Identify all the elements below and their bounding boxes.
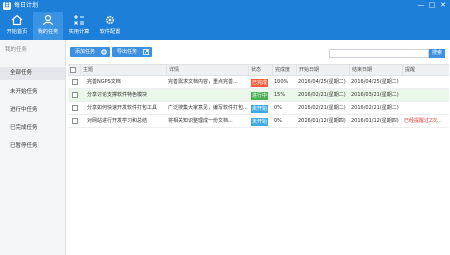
row-details xyxy=(168,89,248,102)
table-row[interactable]: 完善NGPS文档 完善需求文档内容，重点完善... 已完成 100% 2016/… xyxy=(68,76,449,89)
row-end-date: 2016/04/25(星期二) xyxy=(351,79,399,85)
header-progress: 完成度 xyxy=(272,65,296,76)
close-button[interactable]: ✕ xyxy=(438,1,448,10)
row-subject: 完善NGPS文档 xyxy=(87,79,121,85)
header-checkbox-cell xyxy=(68,65,78,76)
toolbar-home-label: 开始首页 xyxy=(6,29,28,35)
header-details: 详情 xyxy=(166,65,248,76)
search-button[interactable]: 搜索 xyxy=(429,49,445,58)
row-details: 广泛搜集大家意见，编写软件打包... xyxy=(168,105,248,111)
app-title: 每日计划 xyxy=(14,2,39,9)
app-window: 日 每日计划 — □ ✕ 开始首页 我的任务 实用计算 软件配置 我的任务 全部… xyxy=(0,0,450,255)
export-icon xyxy=(143,49,149,55)
sidebar-item-paused[interactable]: 已暂停任务 xyxy=(0,140,65,153)
toolbar-settings-label: 软件配置 xyxy=(99,29,121,35)
toolbar-tasks-label: 我的任务 xyxy=(37,29,59,35)
home-icon xyxy=(11,14,23,26)
header-status: 状态 xyxy=(248,65,272,76)
row-checkbox[interactable] xyxy=(72,118,78,124)
header-reminder: 提醒 xyxy=(402,65,449,76)
tasks-icon xyxy=(42,14,54,26)
row-end-date: 2016/03/21(星期二) xyxy=(351,92,399,98)
row-progress: 0% xyxy=(274,118,282,124)
toolbar-home-button[interactable]: 开始首页 xyxy=(2,12,32,40)
toolbar-calculator-label: 实用计算 xyxy=(68,29,90,35)
sidebar-item-in-progress[interactable]: 进行中任务 xyxy=(0,104,65,117)
row-checkbox[interactable] xyxy=(72,105,78,111)
header-start-date: 开始日期 xyxy=(296,65,349,76)
status-badge: 未开始 xyxy=(251,105,268,113)
toolbar-calculator-button[interactable]: 实用计算 xyxy=(64,12,94,40)
sidebar-item-not-started[interactable]: 未开始任务 xyxy=(0,86,65,99)
main-panel: 添加任务 导出任务 搜索 主题 详情 状态 完成度 开始日期 结束日期 提醒 完… xyxy=(66,40,450,255)
table-row[interactable]: 分享讨论支撑软件特色模块 进行中 15% 2016/02/21(星期二) 201… xyxy=(68,89,449,102)
status-badge: 未开始 xyxy=(251,118,268,126)
table-row[interactable]: 对网站进行开发学习和总结 将相关知识整理成一份文档... 未开始 0% 2016… xyxy=(68,115,449,128)
table-row[interactable]: 分享如何快速开发软件打包工具 广泛搜集大家意见，编写软件打包... 未开始 0%… xyxy=(68,102,449,115)
row-end-date: 2016/01/12(星期四) xyxy=(351,118,399,124)
row-end-date: 2016/02/21(星期二) xyxy=(351,105,399,111)
status-badge: 已完成 xyxy=(251,79,268,87)
header-bar: 日 每日计划 — □ ✕ 开始首页 我的任务 实用计算 软件配置 xyxy=(0,0,450,40)
row-details: 完善需求文档内容，重点完善... xyxy=(168,79,238,85)
status-badge: 进行中 xyxy=(251,92,268,100)
minimize-button[interactable]: — xyxy=(416,1,426,10)
select-all-checkbox[interactable] xyxy=(70,67,76,73)
row-checkbox[interactable] xyxy=(72,92,78,98)
row-start-date: 2016/04/25(星期二) xyxy=(298,79,346,85)
export-task-button[interactable]: 导出任务 xyxy=(112,47,152,57)
row-progress: 100% xyxy=(274,79,289,85)
row-reminder xyxy=(404,102,449,115)
row-reminder: 已经提醒过2次... xyxy=(404,118,442,124)
toolbar-tasks-button[interactable]: 我的任务 xyxy=(33,12,63,40)
sidebar-heading: 我的任务 xyxy=(5,47,28,53)
header-end-date: 结束日期 xyxy=(349,65,402,76)
header-subject: 主题 xyxy=(80,65,166,76)
row-reminder xyxy=(404,76,449,89)
export-task-label: 导出任务 xyxy=(117,49,138,55)
row-start-date: 2016/01/12(星期四) xyxy=(298,118,346,124)
row-subject: 分享如何快速开发软件打包工具 xyxy=(87,105,158,111)
plus-circle-icon xyxy=(101,49,107,55)
gear-icon xyxy=(105,15,115,25)
title-bar: 日 每日计划 — □ ✕ xyxy=(0,0,450,12)
add-task-label: 添加任务 xyxy=(75,49,96,55)
row-progress: 0% xyxy=(274,105,282,111)
row-details: 将相关知识整理成一份文档... xyxy=(168,118,233,124)
row-start-date: 2016/02/21(星期二) xyxy=(298,92,346,98)
table-header: 主题 详情 状态 完成度 开始日期 结束日期 提醒 xyxy=(68,64,449,76)
add-task-button[interactable]: 添加任务 xyxy=(70,47,110,57)
sidebar: 我的任务 全部任务 未开始任务 进行中任务 已完成任务 已暂停任务 xyxy=(0,40,66,255)
calculator-icon xyxy=(74,15,84,25)
row-progress: 15% xyxy=(274,92,286,98)
row-start-date: 2016/02/21(星期二) xyxy=(298,105,346,111)
row-checkbox[interactable] xyxy=(72,79,78,85)
row-subject: 分享讨论支撑软件特色模块 xyxy=(87,92,148,98)
sidebar-item-all[interactable]: 全部任务 xyxy=(0,67,65,80)
search-input[interactable] xyxy=(329,49,429,58)
row-subject: 对网站进行开发学习和总结 xyxy=(87,118,148,124)
row-reminder xyxy=(404,89,449,102)
toolbar-settings-button[interactable]: 软件配置 xyxy=(95,12,125,40)
app-logo-icon: 日 xyxy=(3,2,11,10)
sidebar-item-completed[interactable]: 已完成任务 xyxy=(0,122,65,135)
maximize-button[interactable]: □ xyxy=(427,1,437,10)
